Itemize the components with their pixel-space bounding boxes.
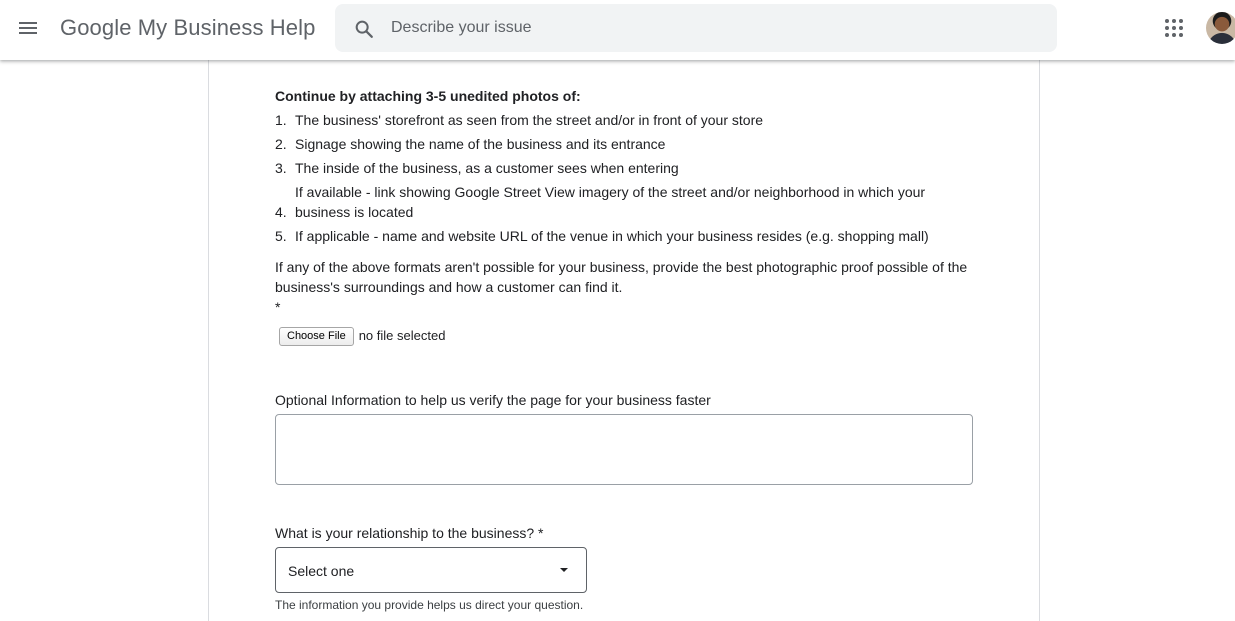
list-item: 1. The business' storefront as seen from… xyxy=(275,110,975,130)
list-number: 5. xyxy=(275,228,287,244)
photo-requirements-list: 1. The business' storefront as seen from… xyxy=(275,110,975,250)
search-icon[interactable] xyxy=(353,18,375,40)
list-item-text: If available - link showing Google Stree… xyxy=(295,184,926,220)
required-marker: * xyxy=(275,299,281,315)
list-item: 2. Signage showing the name of the busin… xyxy=(275,134,975,154)
list-number: 3. xyxy=(275,160,287,176)
relationship-select[interactable]: Select one xyxy=(275,547,587,593)
relationship-selected-value: Select one xyxy=(288,563,355,579)
list-item: 5. If applicable - name and website URL … xyxy=(275,226,975,246)
list-number: 1. xyxy=(275,112,287,128)
relationship-help-text: The information you provide helps us dir… xyxy=(275,598,584,612)
app-title[interactable]: Google My Business Help xyxy=(60,15,315,41)
list-item: 3. The inside of the business, as a cust… xyxy=(275,158,975,178)
search-input[interactable] xyxy=(391,4,1031,52)
list-item-text: The inside of the business, as a custome… xyxy=(295,160,679,176)
list-item: 4. If available - link showing Google St… xyxy=(275,182,975,222)
list-number: 4. xyxy=(275,204,287,220)
file-upload: Choose File no file selected xyxy=(279,326,445,346)
apps-grid-icon[interactable] xyxy=(1162,16,1186,40)
optional-info-textarea[interactable] xyxy=(275,414,973,485)
optional-info-label: Optional Information to help us verify t… xyxy=(275,392,711,408)
dropdown-arrow-icon xyxy=(560,568,568,572)
menu-icon xyxy=(19,22,37,34)
list-item-text: Signage showing the name of the business… xyxy=(295,136,666,152)
user-avatar[interactable] xyxy=(1206,12,1235,44)
list-item-text: If applicable - name and website URL of … xyxy=(295,228,929,244)
relationship-label: What is your relationship to the busines… xyxy=(275,525,544,541)
list-number: 2. xyxy=(275,136,287,152)
photos-intro: Continue by attaching 3-5 unedited photo… xyxy=(275,88,581,104)
search-bar[interactable] xyxy=(335,4,1057,52)
choose-file-button[interactable]: Choose File xyxy=(279,326,354,346)
list-item-text: The business' storefront as seen from th… xyxy=(295,112,764,128)
top-app-bar: Google My Business Help xyxy=(0,0,1235,60)
file-status: no file selected xyxy=(358,328,446,343)
main-menu-button[interactable] xyxy=(12,12,44,44)
photo-proof-note: If any of the above formats aren't possi… xyxy=(275,259,968,295)
